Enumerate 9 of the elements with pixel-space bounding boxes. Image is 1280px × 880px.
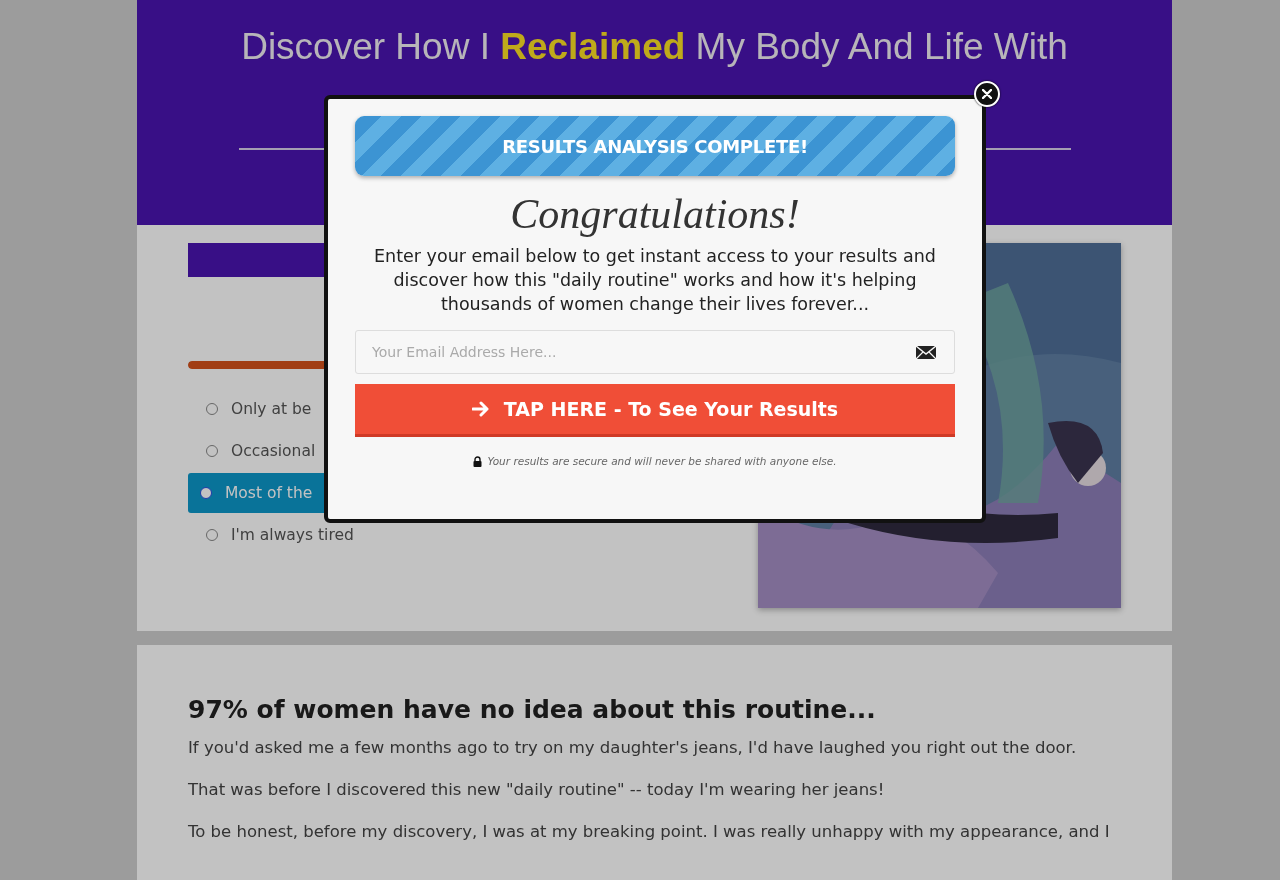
popup-title: Congratulations! [510, 190, 800, 238]
paragraph: If you'd asked me a few months ago to try on my daughter's jeans, I'd have laughed you right out the door. [188, 738, 1078, 757]
article-heading: 97% of women have no idea about this routine... [188, 695, 877, 724]
popup-message: Enter your email below to get instant access to your results and discover how this "daily routine" works and how it's helping thousands of women change their lives forever... [373, 245, 937, 316]
security-note: Your results are secure and will never be shared with anyone else. [487, 455, 837, 467]
paragraph: That was before I discovered this new "daily routine" -- today I'm wearing her jeans! [188, 780, 886, 799]
paragraph: To be honest, before my discovery, I was at my breaking point. I was really unhappy with my appearance, and I [188, 822, 1111, 841]
results-banner: RESULTS ANALYSIS COMPLETE! [355, 116, 955, 176]
headline: Discover How I Reclaimed My Body And Life With [241, 26, 1068, 68]
